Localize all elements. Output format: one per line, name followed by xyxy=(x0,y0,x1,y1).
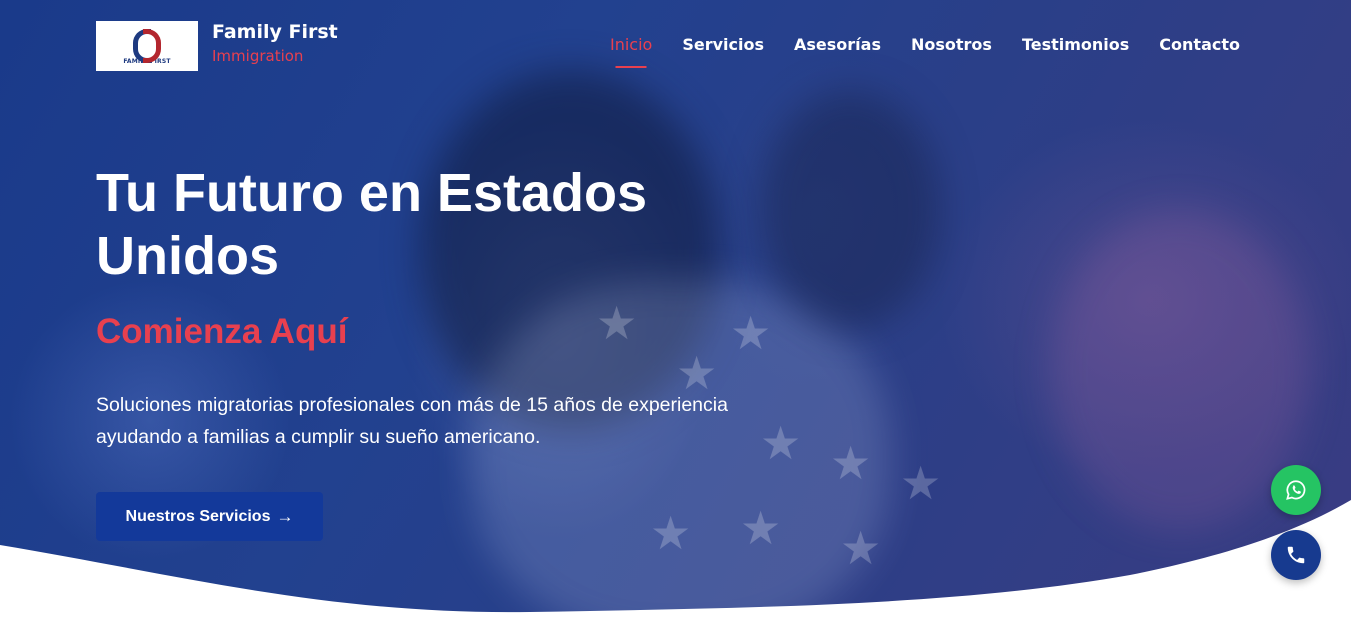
nav-item-label: Testimonios xyxy=(1021,35,1130,54)
brand-subname: Immigration xyxy=(212,47,304,65)
flag-star-icon: ★ xyxy=(830,436,872,490)
background-person-silhouette xyxy=(760,90,940,330)
nav-item-contacto[interactable]: Contacto xyxy=(1159,35,1240,54)
phone-icon xyxy=(1287,546,1305,564)
nav-item-label: Inicio xyxy=(610,35,653,54)
phone-call-button[interactable] xyxy=(1271,530,1321,580)
nav-item-testimonios[interactable]: Testimonios xyxy=(1022,35,1129,54)
nav-item-label: Servicios xyxy=(682,35,765,54)
cta-label: Nuestros Servicios xyxy=(125,507,271,525)
whatsapp-icon xyxy=(1286,480,1306,500)
hero-title: Tu Futuro en Estados Unidos xyxy=(96,163,647,286)
main-nav: Inicio Servicios Asesorías Nosotros Test… xyxy=(610,35,1240,68)
nav-item-servicios[interactable]: Servicios xyxy=(682,35,764,54)
whatsapp-button[interactable] xyxy=(1271,465,1321,515)
active-nav-indicator xyxy=(615,66,647,68)
flag-star-icon: ★ xyxy=(596,296,638,350)
hero-section: ★ ★ ★ ★ ★ ★ ★ ★ ★ FAMILY FIRST Family Fi… xyxy=(0,0,1351,640)
nav-item-inicio[interactable]: Inicio xyxy=(610,35,653,68)
nav-item-asesorias[interactable]: Asesorías xyxy=(794,35,881,54)
nav-item-label: Asesorías xyxy=(794,35,881,54)
nav-item-label: Nosotros xyxy=(910,35,992,54)
family-logo-icon xyxy=(130,27,164,63)
arrow-right-icon: → xyxy=(276,506,294,526)
brand-name: Family First xyxy=(212,21,338,43)
hero-subtitle: Comienza Aquí xyxy=(96,312,348,351)
site-logo[interactable]: FAMILY FIRST xyxy=(96,21,198,71)
nav-item-nosotros[interactable]: Nosotros xyxy=(911,35,992,54)
nav-item-label: Contacto xyxy=(1159,35,1240,54)
our-services-button[interactable]: Nuestros Servicios → xyxy=(96,492,323,541)
flag-star-icon: ★ xyxy=(730,306,772,360)
hero-description: Soluciones migratorias profesionales con… xyxy=(96,394,728,448)
